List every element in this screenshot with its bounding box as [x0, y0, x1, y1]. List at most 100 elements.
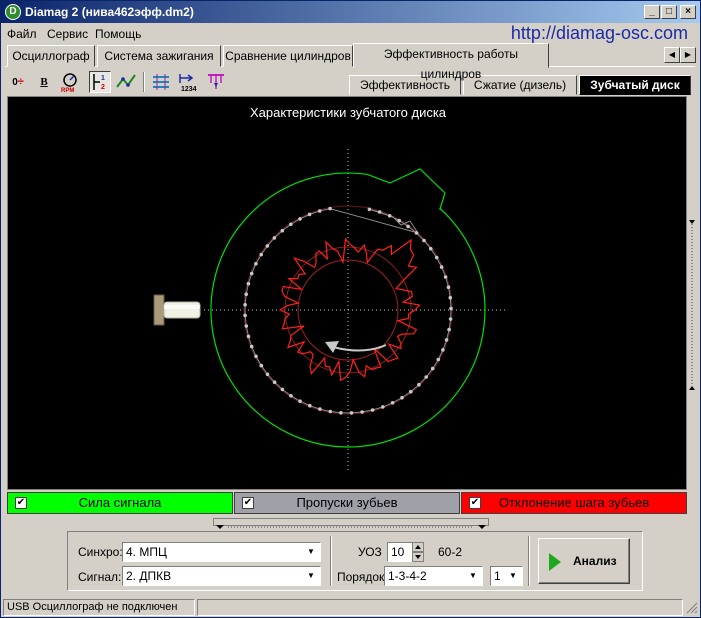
- tooth-marker: [265, 244, 270, 248]
- cylinder-value: 1: [494, 569, 501, 583]
- tooth-marker: [381, 405, 385, 409]
- tooth-marker: [414, 231, 419, 235]
- pitch-deviation-checkbox[interactable]: ✔: [469, 497, 481, 509]
- tooth-marker: [447, 327, 451, 332]
- site-url[interactable]: http://diamag-osc.com: [511, 23, 688, 44]
- tooth-marker: [444, 338, 449, 342]
- tooth-marker: [429, 246, 433, 251]
- status-bar: USB Осциллограф не подключен: [1, 598, 700, 617]
- menu-help[interactable]: Помощь: [95, 27, 141, 41]
- tooth-marker: [367, 207, 372, 212]
- cylinder-select[interactable]: 1 ▼: [490, 566, 523, 586]
- close-button[interactable]: ×: [680, 5, 696, 19]
- tooth-marker: [272, 236, 277, 240]
- rpm-icon[interactable]: RPM: [59, 71, 81, 94]
- tab-cylinder-compare[interactable]: Сравнение цилиндров: [223, 45, 353, 67]
- channel-scale-icon[interactable]: 12: [89, 71, 111, 93]
- chevron-down-icon[interactable]: ▼: [304, 568, 318, 584]
- signal-select[interactable]: 2. ДПКВ ▼: [122, 566, 321, 586]
- svg-text:1234: 1234: [181, 86, 197, 93]
- sensor-icon: [153, 294, 201, 326]
- signal-label: Сигнал:: [78, 570, 122, 584]
- subtab-toothed-disc[interactable]: Зубчатый диск: [579, 75, 691, 95]
- tooth-marker: [317, 209, 322, 213]
- title-bar: D Diamag 2 (нива462эфф.dm2) _ □ ×: [1, 1, 700, 23]
- tooth-marker: [254, 262, 258, 266]
- tooth-marker: [265, 372, 270, 377]
- tooth-marker: [246, 334, 251, 339]
- zero-offset-icon[interactable]: 0÷: [7, 71, 29, 93]
- tooth-marker: [289, 222, 293, 227]
- tooth-marker: [424, 375, 429, 379]
- tooth-marker: [339, 411, 343, 415]
- tooth-marker: [272, 380, 277, 385]
- tooth-marker: [249, 271, 254, 276]
- legend-signal-strength[interactable]: ✔ Сила сигнала: [7, 492, 233, 514]
- analyze-button-label: Анализ: [573, 554, 617, 568]
- sync-label: Синхро:: [78, 545, 123, 559]
- uoz-stepper[interactable]: [412, 542, 424, 562]
- uoz-input[interactable]: 10: [387, 542, 413, 562]
- marker-icon[interactable]: [205, 71, 227, 93]
- panel-divider: [330, 536, 332, 586]
- app-window: D Diamag 2 (нива462эфф.dm2) _ □ × Файл С…: [0, 0, 701, 618]
- missing-teeth-checkbox[interactable]: ✔: [242, 497, 254, 509]
- panel-splitter[interactable]: [213, 518, 489, 529]
- tooth-marker: [259, 252, 263, 257]
- sync-select[interactable]: 4. МПЦ ▼: [122, 542, 321, 562]
- tooth-marker: [443, 275, 448, 279]
- tooth-marker: [298, 217, 302, 221]
- tooth-marker: [417, 382, 421, 387]
- analyze-button[interactable]: Анализ: [538, 538, 630, 584]
- chevron-down-icon[interactable]: ▼: [506, 568, 520, 584]
- svg-text:2: 2: [101, 84, 105, 91]
- grid-icon[interactable]: [150, 71, 172, 93]
- tooth-marker: [244, 324, 249, 328]
- menu-service[interactable]: Сервис: [47, 27, 88, 41]
- bold-icon[interactable]: B: [33, 71, 55, 93]
- tooth-marker: [370, 408, 375, 412]
- crosshair-lines: [204, 149, 508, 472]
- firing-order-select[interactable]: 1-3-4-2 ▼: [384, 566, 483, 586]
- tab-ignition[interactable]: Система зажигания: [97, 45, 221, 67]
- tab-oscilloscope[interactable]: Осциллограф: [7, 45, 95, 67]
- tab-cylinder-efficiency[interactable]: Эффективность работы цилиндров: [353, 43, 549, 81]
- teeth-count: 60-2: [438, 545, 463, 559]
- svg-text:1: 1: [101, 75, 105, 82]
- tooth-marker: [298, 399, 302, 404]
- play-icon: [549, 553, 561, 571]
- window-title: Diamag 2 (нива462эфф.dm2): [25, 5, 194, 19]
- tab-scroll-left-icon[interactable]: ◀: [664, 47, 680, 63]
- tooth-marker: [249, 344, 254, 349]
- tooth-marker: [349, 411, 354, 415]
- cylinder-numbering-icon[interactable]: 1234: [177, 71, 199, 93]
- legend-missing-teeth[interactable]: ✔ Пропуски зубьев: [234, 492, 460, 514]
- legend-pitch-deviation-label: Отклонение шага зубьев: [498, 495, 650, 510]
- chevron-down-icon[interactable]: ▼: [466, 568, 480, 584]
- tooth-marker: [449, 306, 453, 311]
- legend-pitch-deviation[interactable]: ✔ Отклонение шага зубьев: [461, 492, 687, 514]
- curve-icon[interactable]: [115, 71, 137, 93]
- order-label: Порядок: [337, 570, 385, 584]
- menu-file[interactable]: Файл: [7, 27, 37, 41]
- tooth-marker: [390, 401, 395, 405]
- minimize-button[interactable]: _: [644, 5, 660, 19]
- sync-select-value: 4. МПЦ: [126, 545, 167, 559]
- plot-resize-handle[interactable]: [688, 96, 696, 490]
- tooth-marker: [318, 407, 322, 411]
- tooth-marker: [436, 357, 441, 362]
- tooth-marker: [397, 218, 402, 223]
- maximize-button[interactable]: □: [661, 5, 677, 19]
- tooth-marker: [243, 303, 247, 307]
- tooth-marker: [244, 292, 248, 296]
- tooth-marker: [259, 363, 264, 368]
- tooth-marker: [441, 348, 445, 352]
- tooth-marker: [307, 212, 312, 217]
- status-panel: [197, 599, 683, 616]
- tooth-marker: [448, 295, 453, 300]
- chevron-down-icon[interactable]: ▼: [304, 544, 318, 560]
- resize-grip-icon[interactable]: [686, 602, 698, 614]
- signal-strength-checkbox[interactable]: ✔: [15, 497, 27, 509]
- tooth-marker: [406, 224, 410, 229]
- tab-scroll-right-icon[interactable]: ▶: [680, 47, 696, 63]
